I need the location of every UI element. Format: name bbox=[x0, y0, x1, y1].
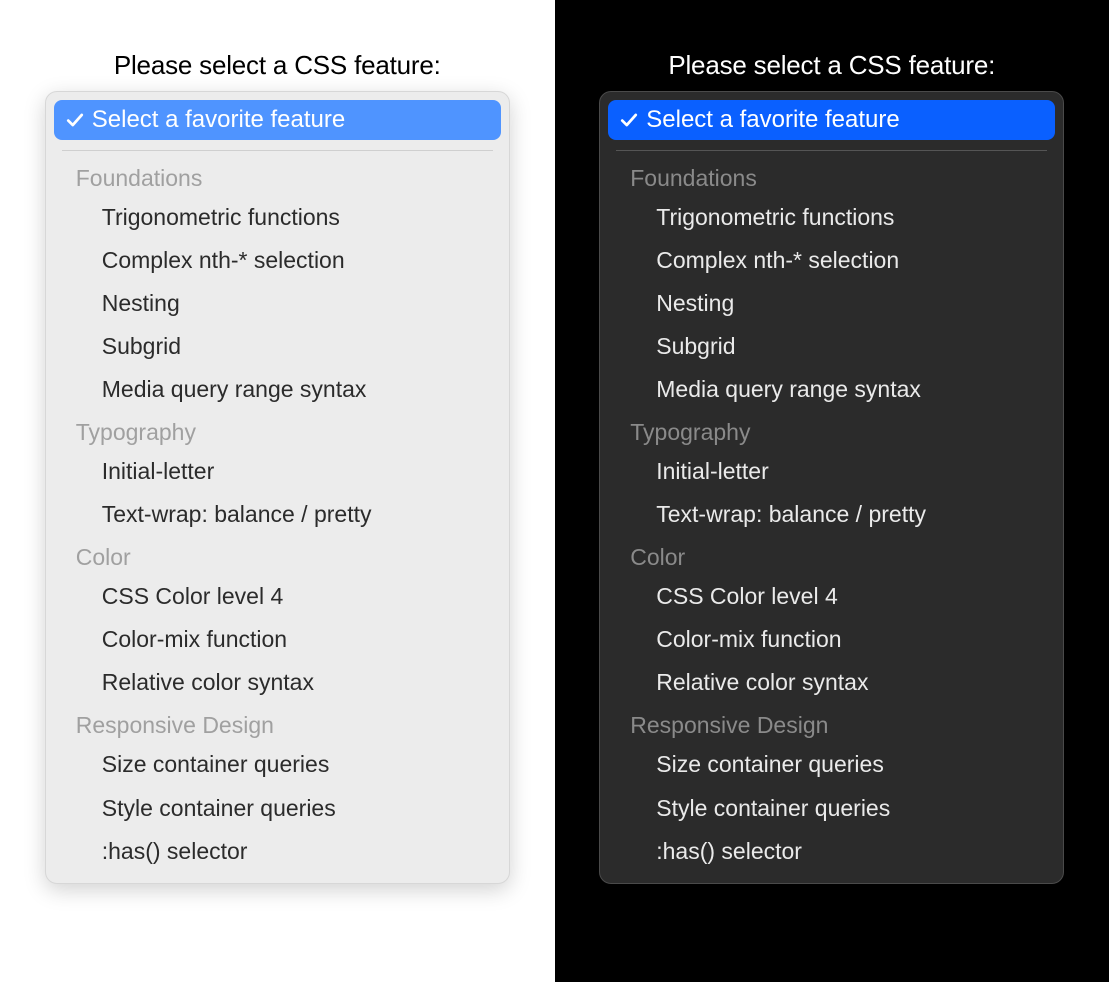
option-item[interactable]: Text-wrap: balance / pretty bbox=[54, 493, 501, 536]
option-item[interactable]: Complex nth-* selection bbox=[54, 239, 501, 282]
select-dropdown-open[interactable]: Select a favorite feature FoundationsTri… bbox=[599, 91, 1064, 884]
option-item[interactable]: Trigonometric functions bbox=[608, 196, 1055, 239]
option-item[interactable]: Style container queries bbox=[608, 787, 1055, 830]
option-item[interactable]: Relative color syntax bbox=[54, 661, 501, 704]
option-item[interactable]: Subgrid bbox=[54, 325, 501, 368]
selected-option-label: Select a favorite feature bbox=[646, 106, 899, 134]
prompt-label: Please select a CSS feature: bbox=[668, 50, 995, 81]
option-item[interactable]: CSS Color level 4 bbox=[608, 575, 1055, 618]
option-item[interactable]: Complex nth-* selection bbox=[608, 239, 1055, 282]
option-item[interactable]: :has() selector bbox=[54, 830, 501, 873]
option-item[interactable]: Nesting bbox=[54, 282, 501, 325]
option-item[interactable]: Relative color syntax bbox=[608, 661, 1055, 704]
option-item[interactable]: Trigonometric functions bbox=[54, 196, 501, 239]
dropdown-separator bbox=[616, 150, 1047, 151]
checkmark-icon bbox=[620, 111, 638, 129]
option-item[interactable]: Media query range syntax bbox=[608, 368, 1055, 411]
select-dropdown-open[interactable]: Select a favorite feature FoundationsTri… bbox=[45, 91, 510, 884]
option-item[interactable]: Initial-letter bbox=[54, 450, 501, 493]
optgroup-label: Foundations bbox=[608, 157, 1055, 196]
options-list: FoundationsTrigonometric functionsComple… bbox=[54, 157, 501, 873]
option-item[interactable]: Color-mix function bbox=[608, 618, 1055, 661]
option-item[interactable]: Color-mix function bbox=[54, 618, 501, 661]
prompt-label: Please select a CSS feature: bbox=[114, 50, 441, 81]
optgroup-label: Responsive Design bbox=[608, 704, 1055, 743]
option-item[interactable]: Nesting bbox=[608, 282, 1055, 325]
option-item[interactable]: Initial-letter bbox=[608, 450, 1055, 493]
dark-mode-pane: Please select a CSS feature: Select a fa… bbox=[555, 0, 1109, 982]
option-item[interactable]: Subgrid bbox=[608, 325, 1055, 368]
checkmark-icon bbox=[66, 111, 84, 129]
optgroup-label: Responsive Design bbox=[54, 704, 501, 743]
light-mode-pane: Please select a CSS feature: Select a fa… bbox=[0, 0, 555, 982]
optgroup-label: Foundations bbox=[54, 157, 501, 196]
selected-option-row[interactable]: Select a favorite feature bbox=[54, 100, 501, 140]
option-item[interactable]: Style container queries bbox=[54, 787, 501, 830]
options-list: FoundationsTrigonometric functionsComple… bbox=[608, 157, 1055, 873]
optgroup-label: Typography bbox=[54, 411, 501, 450]
selected-option-row[interactable]: Select a favorite feature bbox=[608, 100, 1055, 140]
dropdown-separator bbox=[62, 150, 493, 151]
option-item[interactable]: Size container queries bbox=[608, 743, 1055, 786]
optgroup-label: Color bbox=[608, 536, 1055, 575]
option-item[interactable]: CSS Color level 4 bbox=[54, 575, 501, 618]
optgroup-label: Color bbox=[54, 536, 501, 575]
option-item[interactable]: Text-wrap: balance / pretty bbox=[608, 493, 1055, 536]
optgroup-label: Typography bbox=[608, 411, 1055, 450]
selected-option-label: Select a favorite feature bbox=[92, 106, 345, 134]
option-item[interactable]: Media query range syntax bbox=[54, 368, 501, 411]
option-item[interactable]: Size container queries bbox=[54, 743, 501, 786]
option-item[interactable]: :has() selector bbox=[608, 830, 1055, 873]
